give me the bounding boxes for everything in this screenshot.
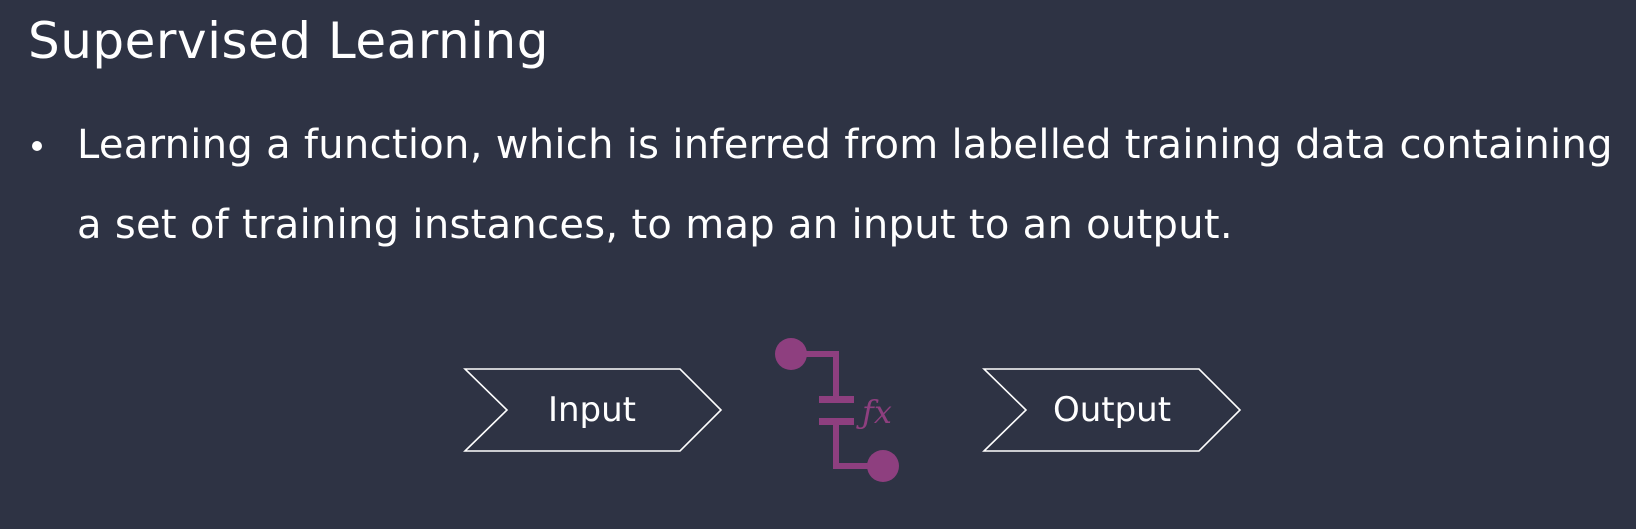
function-icon: ƒx: [775, 338, 899, 482]
input-label: Input: [548, 390, 636, 430]
input-function-output-diagram: Input ƒx Output: [463, 338, 1242, 482]
output-node: Output: [982, 368, 1242, 452]
function-label: ƒx: [856, 393, 892, 431]
slide: Supervised Learning Learning a function,…: [0, 0, 1636, 529]
function-upper-plate-icon: [819, 396, 854, 403]
input-node: Input: [463, 368, 723, 452]
function-output-terminal-icon: [867, 450, 899, 482]
output-label: Output: [1053, 390, 1171, 430]
